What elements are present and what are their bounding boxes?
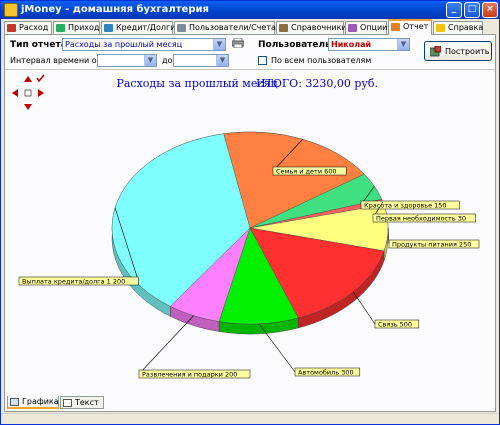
chevron-down-icon[interactable]: ▼ [144, 55, 156, 66]
report-icon [391, 23, 400, 31]
all-users-checkbox[interactable] [258, 56, 267, 65]
tab-label: Расход [19, 23, 49, 32]
report-panel: Тип отчета: Расходы за прошлый месяц ▼ П… [4, 34, 496, 412]
app-icon [4, 3, 18, 17]
tab-text[interactable]: Текст [60, 396, 104, 409]
pie-label: Автомобиль 300 [298, 369, 354, 377]
tab-users[interactable]: Пользователи/Счета [174, 21, 276, 34]
chart-total: ИТОГО: 3230,00 руб. [256, 77, 378, 90]
book-icon [279, 24, 288, 32]
tab-label: Приход [68, 23, 100, 32]
tab-report[interactable]: Отчет [388, 19, 432, 35]
tab-label: Опции [360, 23, 388, 32]
pie-label: Семья и дети 600 [276, 168, 337, 176]
window-title: jMoney - домашняя бухгалтерия [21, 4, 209, 15]
chevron-down-icon[interactable]: ▼ [397, 39, 409, 50]
status-bar [1, 413, 499, 424]
interval-label: Интервал времени от [10, 56, 102, 65]
title-bar: jMoney - домашняя бухгалтерия _ □ × [1, 1, 499, 19]
tab-help[interactable]: Справка [433, 21, 483, 34]
chart-title: Расходы за прошлый месяц [116, 77, 277, 90]
pie-label: Связь 500 [378, 321, 412, 329]
tab-label: Графика [22, 397, 59, 406]
printer-icon[interactable] [231, 37, 245, 49]
build-icon [429, 45, 442, 57]
expense-icon [7, 24, 16, 32]
tab-label: Пользователи/Счета [189, 23, 276, 32]
interval-from-select[interactable]: ▼ [97, 54, 157, 67]
chart-icon [10, 398, 19, 406]
tab-label: Справочники [291, 23, 347, 32]
income-icon [56, 24, 65, 32]
tab-expense[interactable]: Расход [4, 21, 52, 34]
chevron-down-icon[interactable]: ▼ [216, 55, 228, 66]
tab-references[interactable]: Справочники [276, 21, 347, 34]
pie-label: Выплата кредита/долга 1 200 [22, 278, 125, 286]
user-label: Пользователь: [258, 40, 335, 50]
close-button[interactable]: × [482, 2, 498, 18]
pie-chart: Расходы за прошлый месяц ИТОГО: 3230,00 … [18, 77, 480, 379]
pie-label: Первая необходимость 30 [376, 215, 466, 223]
build-button-label: Построить [445, 47, 490, 56]
pie-label: Продукты питания 250 [392, 241, 471, 249]
pie-label: Развлечения и подарки 200 [142, 371, 237, 379]
help-icon [436, 24, 445, 32]
users-icon [177, 24, 186, 32]
tab-graphics[interactable]: Графика [7, 396, 59, 409]
tab-label: Кредит/Долги [116, 23, 176, 32]
options-icon [348, 24, 357, 32]
chevron-down-icon[interactable]: ▼ [213, 39, 225, 50]
interval-to-label: до [162, 56, 173, 65]
user-value: Николай [331, 40, 372, 49]
tab-label: Справка [448, 23, 484, 32]
user-select[interactable]: Николай ▼ [328, 38, 410, 51]
main-tabs: Расход Приход Кредит/Долги Пользователи/… [4, 19, 496, 35]
tab-income[interactable]: Приход [53, 21, 100, 34]
pie-label: Красота и здоровье 150 [364, 202, 447, 210]
divider [5, 69, 495, 70]
interval-to-select[interactable]: ▼ [173, 54, 229, 67]
tab-credit[interactable]: Кредит/Долги [101, 21, 176, 34]
document-icon [63, 399, 72, 407]
report-type-value: Расходы за прошлый месяц [65, 40, 183, 49]
maximize-button[interactable]: □ [464, 2, 480, 18]
credit-icon [104, 24, 113, 32]
tab-label: Отчет [403, 22, 429, 31]
pie-label-leader [138, 315, 194, 375]
report-type-select[interactable]: Расходы за прошлый месяц ▼ [62, 38, 226, 51]
all-users-label: По всем пользователям [271, 56, 372, 65]
build-report-button[interactable]: Построить [424, 41, 492, 61]
minimize-button[interactable]: _ [446, 2, 462, 18]
tab-label: Текст [75, 398, 99, 407]
pie-label-leader [352, 291, 376, 325]
tab-options[interactable]: Опции [345, 21, 387, 34]
app-window: jMoney - домашняя бухгалтерия _ □ × Расх… [0, 0, 500, 425]
